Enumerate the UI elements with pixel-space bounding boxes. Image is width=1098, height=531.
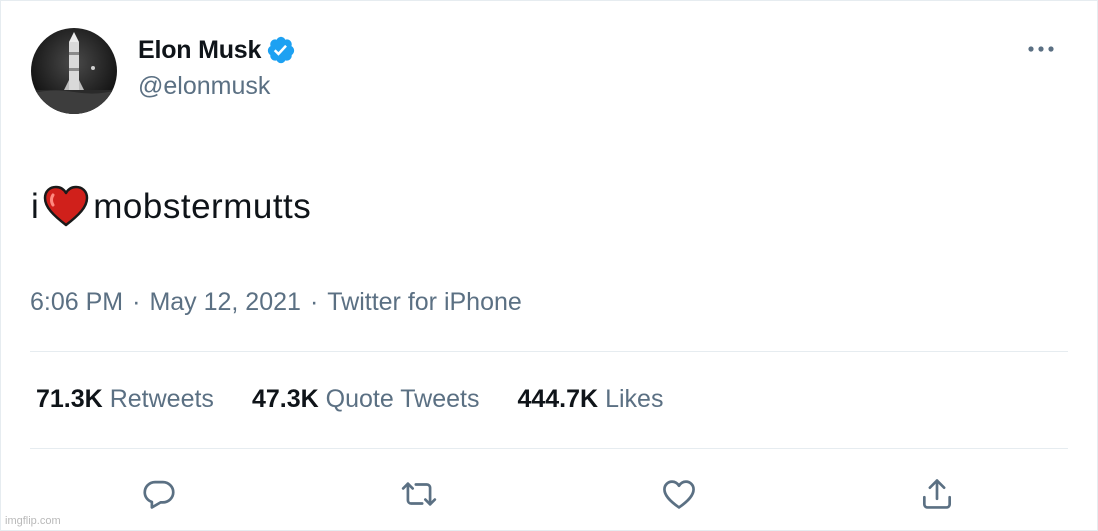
- like-icon: [663, 480, 695, 509]
- stat-count: 71.3K: [36, 385, 103, 413]
- red-heart-icon: [43, 184, 89, 230]
- reply-button[interactable]: [139, 475, 179, 513]
- stat-label: Quote Tweets: [325, 385, 480, 413]
- retweet-button[interactable]: [399, 475, 439, 513]
- likes-stat[interactable]: 444.7K Likes: [517, 385, 663, 414]
- stat-label: Likes: [605, 385, 664, 413]
- stat-label: Retweets: [109, 385, 214, 413]
- author-handle[interactable]: @elonmusk: [138, 72, 270, 101]
- stat-count: 47.3K: [251, 385, 319, 413]
- divider-top: [30, 351, 1068, 352]
- tweet-text-before: i: [31, 187, 40, 226]
- author-name-row: Elon Musk: [138, 33, 296, 67]
- share-icon: [922, 479, 952, 509]
- tweet-date[interactable]: May 12, 2021: [149, 288, 301, 317]
- author-display-name[interactable]: Elon Musk: [138, 36, 261, 65]
- divider-bottom: [30, 448, 1068, 449]
- meta-separator: ·: [309, 288, 319, 316]
- tweet-source[interactable]: Twitter for iPhone: [327, 288, 522, 317]
- like-button[interactable]: [659, 475, 699, 513]
- tweet-text-after: mobstermutts: [93, 187, 312, 226]
- share-button[interactable]: [917, 475, 957, 513]
- stat-count: 444.7K: [517, 385, 599, 413]
- rocket-avatar-icon: [31, 32, 117, 114]
- meta-separator: ·: [132, 288, 141, 316]
- tweet-card: Elon Musk @elonmusk i mobstermutts 6:06 …: [0, 0, 1098, 531]
- more-options-button[interactable]: [1021, 37, 1061, 61]
- reply-icon: [143, 480, 175, 509]
- quote-tweets-stat[interactable]: 47.3K Quote Tweets: [252, 385, 480, 414]
- watermark: imgflip.com: [5, 515, 61, 527]
- tweet-time[interactable]: 6:06 PM: [30, 288, 123, 317]
- retweets-stat[interactable]: 71.3K Retweets: [36, 385, 214, 414]
- tweet-meta: 6:06 PM · May 12, 2021 · Twitter for iPh…: [30, 288, 522, 317]
- verified-badge-icon: [266, 35, 296, 65]
- retweet-icon: [401, 482, 437, 506]
- more-dots-icon: [1028, 46, 1054, 52]
- tweet-stats: 71.3K Retweets 47.3K Quote Tweets 444.7K Li…: [36, 385, 701, 414]
- tweet-text: i mobstermutts: [31, 184, 311, 230]
- author-avatar[interactable]: [31, 28, 117, 114]
